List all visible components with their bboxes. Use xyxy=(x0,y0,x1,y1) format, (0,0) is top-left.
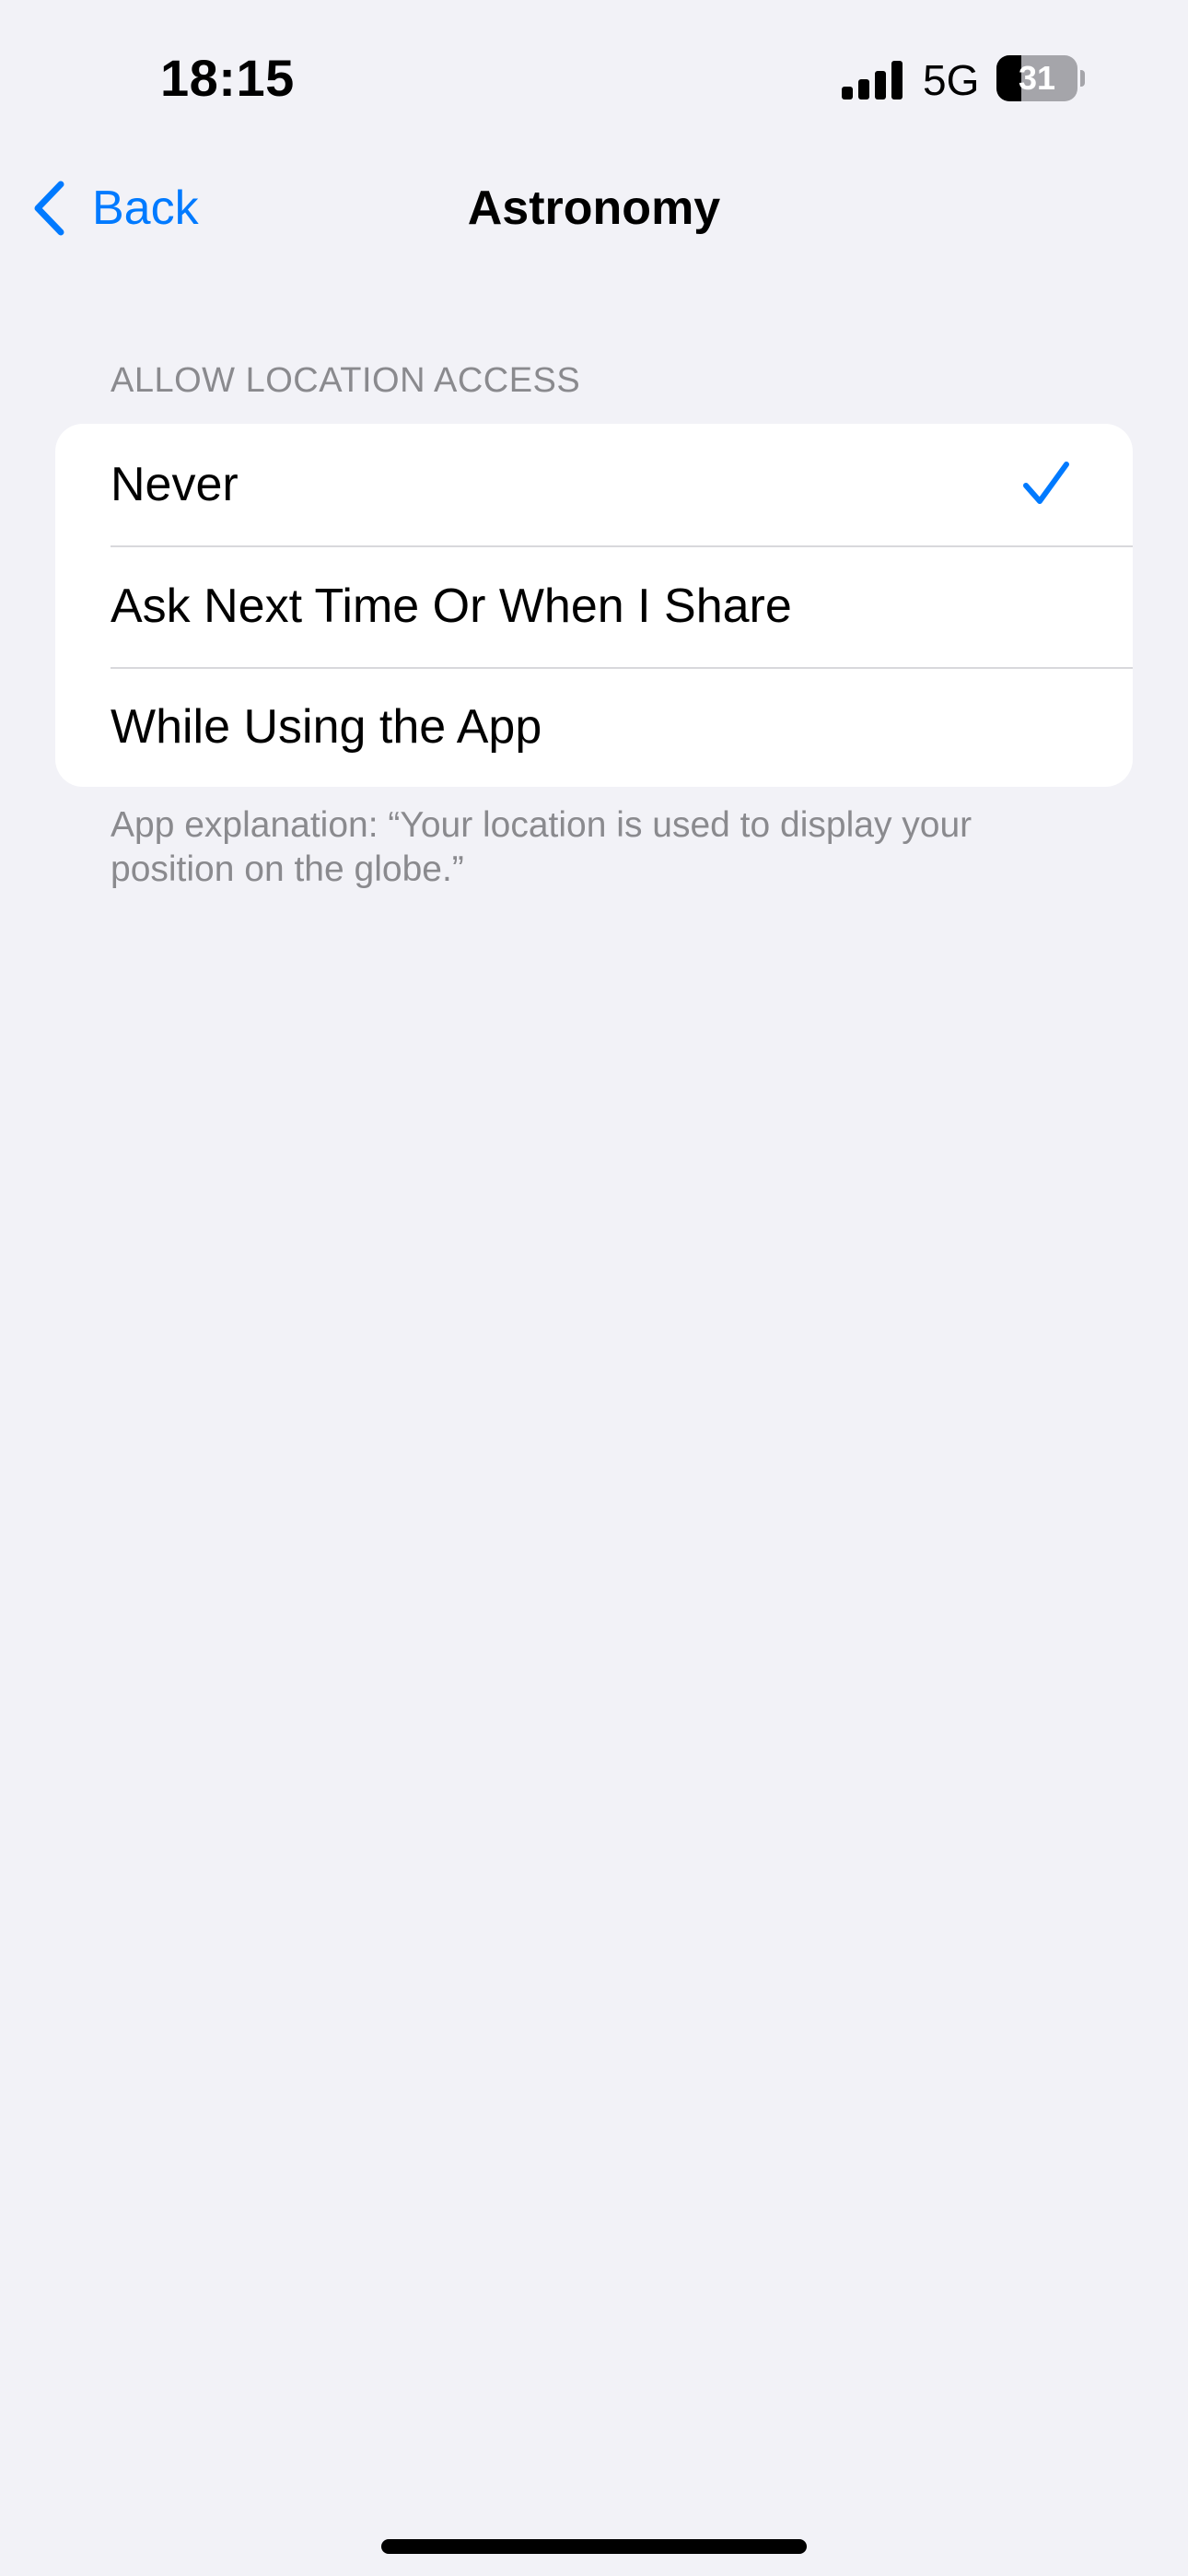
cellular-signal-icon xyxy=(842,61,903,100)
battery-percentage: 31 xyxy=(1018,59,1056,97)
location-settings-screen: 18:15 5G 31 Back Astronomy ALLOW LOCATIO… xyxy=(0,0,1188,2576)
option-never[interactable]: Never xyxy=(55,424,1133,545)
option-while-using[interactable]: While Using the App xyxy=(55,667,1133,787)
checkmark-icon xyxy=(1023,462,1069,504)
status-time: 18:15 xyxy=(160,49,295,107)
option-label: While Using the App xyxy=(111,700,542,754)
back-label: Back xyxy=(92,181,199,235)
navigation-bar: Back Astronomy xyxy=(0,162,1188,254)
option-label: Ask Next Time Or When I Share xyxy=(111,580,792,633)
battery-icon: 31 xyxy=(996,55,1085,101)
home-indicator[interactable] xyxy=(381,2539,807,2554)
app-explanation-text: App explanation: “Your location is used … xyxy=(111,805,973,889)
option-label: Never xyxy=(111,458,239,511)
battery-body: 31 xyxy=(996,55,1077,101)
status-bar: 18:15 5G 31 xyxy=(0,0,1188,157)
chevron-left-icon xyxy=(34,181,64,236)
option-ask-next-time[interactable]: Ask Next Time Or When I Share xyxy=(55,545,1133,667)
battery-tip xyxy=(1080,70,1085,87)
network-type-label: 5G xyxy=(923,56,980,104)
location-options-list: Never Ask Next Time Or When I Share Whil… xyxy=(55,424,1133,787)
section-header: ALLOW LOCATION ACCESS xyxy=(111,361,581,400)
back-button[interactable]: Back xyxy=(31,175,199,241)
